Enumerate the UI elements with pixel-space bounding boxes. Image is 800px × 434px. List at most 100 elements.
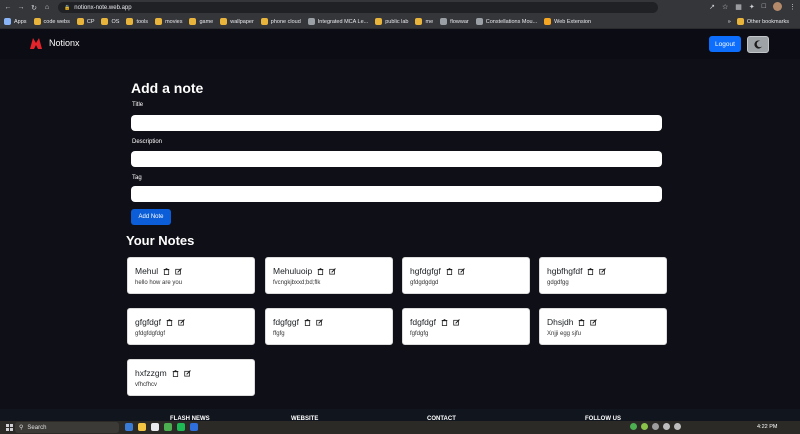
bookmark-icon [475,18,483,25]
back-icon[interactable]: ← [3,3,13,13]
edit-icon[interactable] [175,267,182,275]
task-view-icon[interactable] [125,423,133,431]
bookmark-label: flowwar [450,18,469,25]
menu-icon[interactable]: ⋮ [789,3,796,11]
bookmark-item[interactable]: game [189,18,213,25]
bookmark-label: phone cloud [270,18,301,25]
bookmark-item[interactable]: me [415,18,433,25]
bookmark-item[interactable]: movies [155,18,182,25]
edit-icon[interactable] [316,318,323,326]
other-bookmarks[interactable]: Other bookmarks [736,18,789,25]
bookmark-item[interactable]: flowwar [440,18,469,25]
trash-icon[interactable] [446,267,453,275]
title-label: Title [132,102,144,108]
bookmark-label: tools [136,18,149,25]
brand-name[interactable]: Notionx [49,38,80,48]
note-title: hxfzzgm [135,368,167,378]
trash-icon[interactable] [317,267,324,275]
bookmark-item[interactable]: public lab [375,18,408,25]
note-title: Dhsjdh [547,317,574,327]
edit-icon[interactable] [183,369,191,377]
bookmark-item[interactable]: Apps [4,18,27,25]
bookmark-item[interactable]: CP [76,18,95,25]
bookmark-icon [4,18,11,25]
app-icon-green[interactable] [164,423,172,431]
taskbar-search[interactable]: ⚲ Search [15,422,119,433]
bookmark-icon [155,18,163,25]
forward-icon[interactable]: → [16,3,26,13]
home-icon[interactable]: ⌂ [42,3,52,13]
note-title: fdgfggf [273,317,299,327]
description-input[interactable] [131,151,662,167]
edit-icon[interactable] [599,267,607,275]
tag-input[interactable] [131,186,662,202]
bookmark-item[interactable]: OS [101,18,119,25]
edit-icon[interactable] [590,318,598,326]
lock-icon: 🔒 [64,4,71,11]
edit-icon[interactable] [178,318,185,326]
note-description: fgfdgfg [410,331,429,337]
bookmark-item[interactable]: code webs [33,18,70,25]
extension-icon[interactable]: ▦ [735,3,742,11]
bookmark-icon [101,18,109,25]
sidepanel-icon[interactable]: □ [762,3,766,10]
trash-icon[interactable] [172,369,179,377]
star-icon[interactable]: ☆ [722,3,728,11]
volume-icon[interactable] [674,423,681,430]
moon-icon [753,40,762,49]
bookmark-item[interactable]: tools [126,18,148,25]
bookmark-item[interactable]: Integrated MCA Le... [307,18,368,25]
trash-icon[interactable] [441,318,448,326]
your-notes-heading: Your Notes [126,233,195,248]
logout-button[interactable]: Logout [709,36,741,52]
trash-icon[interactable] [304,318,311,326]
trash-icon[interactable] [166,318,173,326]
note-card: Dhsjdh Xnjji egg sjfu [539,308,667,345]
wifi-icon[interactable] [663,423,670,430]
note-description: fvcngkjbxxd;bd;flk [273,280,321,286]
tray-icon-lime[interactable] [641,423,648,430]
bookmark-label: CP [86,18,95,25]
spotify-icon[interactable] [177,423,185,431]
edit-icon[interactable] [458,267,465,275]
taskbar-clock[interactable]: 4:22 PM [757,424,777,430]
main-content: Add a note Title Description Tag Add Not… [0,59,800,409]
description-label: Description [132,139,163,145]
note-card: hgfdgfgf gfdgdgdgd [402,257,530,294]
note-card-header: hgbfhgfdf [547,266,607,276]
reload-icon[interactable]: ↻ [29,3,39,13]
puzzle-icon[interactable]: ✦ [749,3,755,11]
trash-icon[interactable] [163,267,170,275]
edit-icon[interactable] [453,318,460,326]
profile-avatar[interactable] [773,2,782,11]
bookmark-item[interactable]: Constellations Mou... [475,18,538,25]
theme-toggle-button[interactable] [747,36,769,53]
note-card-header: Mehul [135,266,182,276]
bookmark-item[interactable]: Web Extension [544,18,591,25]
edit-icon[interactable] [329,267,337,275]
note-card: fdgfdgf fgfdgfg [402,308,530,345]
tray-icon-green[interactable] [630,423,637,430]
app-navbar: Notionx Logout [0,29,800,59]
bookmark-item[interactable]: wallpaper [220,18,254,25]
chrome-icon[interactable] [151,423,159,431]
note-card-header: fdgfggf [273,317,323,327]
windows-start-icon[interactable] [6,424,13,431]
trash-icon[interactable] [578,318,585,326]
trash-icon[interactable] [587,267,594,275]
note-description: gfdgdgdgd [410,280,439,286]
add-note-button[interactable]: Add Note [131,209,171,225]
title-input[interactable] [131,115,662,131]
add-note-heading: Add a note [131,80,204,96]
vscode-icon[interactable] [190,423,198,431]
share-icon[interactable]: ↗ [709,3,715,11]
bookmark-icon [440,18,448,25]
address-bar[interactable]: 🔒 notionx-note.web.app [58,2,658,13]
tray-icon-grey[interactable] [652,423,659,430]
bookmark-label: movies [165,18,183,25]
bookmark-icon [307,18,315,25]
file-explorer-icon[interactable] [138,423,146,431]
bookmark-label: Constellations Mou... [485,18,538,25]
more-bookmarks-icon[interactable]: » [728,19,731,25]
bookmark-item[interactable]: phone cloud [260,18,301,25]
